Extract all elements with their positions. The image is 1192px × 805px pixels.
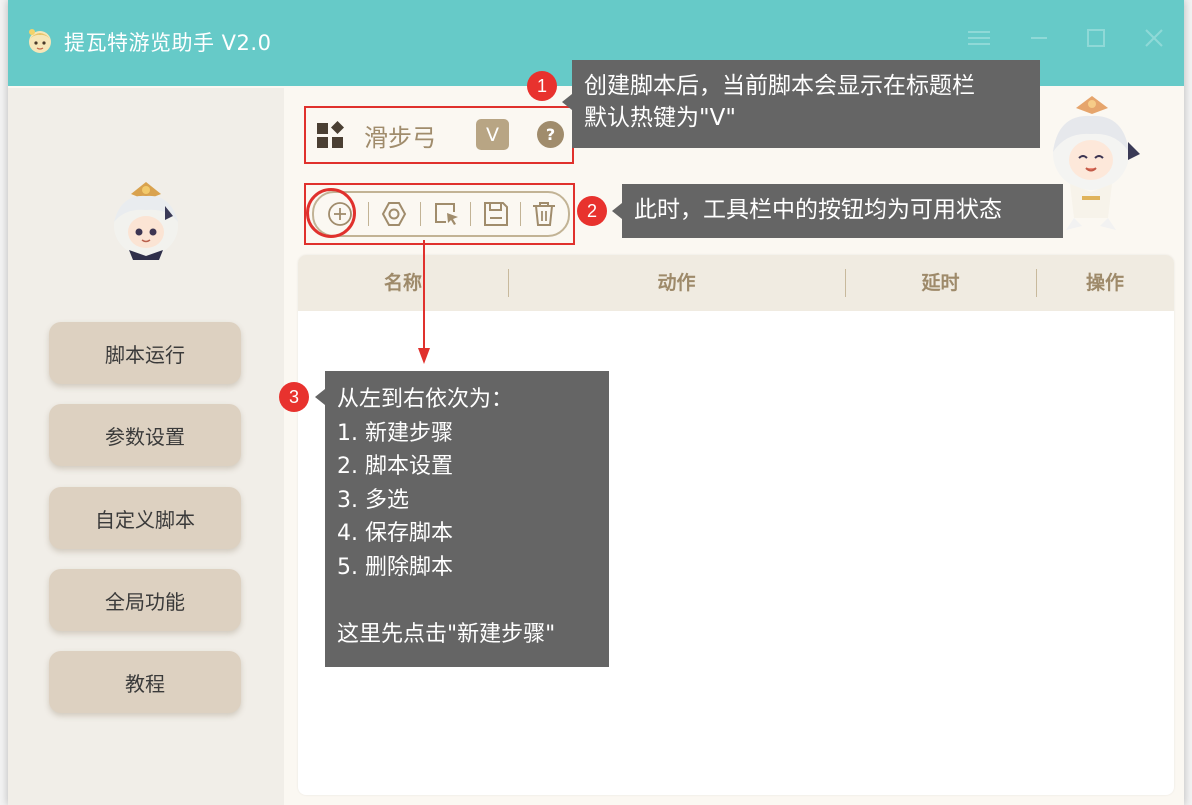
callout-text: 默认热键为"V" [584,105,736,131]
callout-pointer [612,203,622,219]
menu-icon [968,31,990,45]
callout-text: 1. 新建步骤 [337,420,453,446]
column-header-name[interactable]: 名称 [298,255,508,311]
callout-text: 4. 保存脚本 [337,521,453,546]
sidebar-item-custom-script[interactable]: 自定义脚本 [49,487,241,549]
column-header-operation[interactable]: 操作 [1036,255,1174,311]
sidebar-item-label: 教程 [125,671,165,696]
minimize-button[interactable] [1023,22,1055,54]
menu-button[interactable] [963,22,995,54]
highlight-script-title [304,106,574,164]
callout-text: 此时，工具栏中的按钮均为可用状态 [634,197,1002,223]
minimize-icon [1031,37,1047,39]
column-header-delay[interactable]: 延时 [845,255,1036,311]
sidebar-item-global-functions[interactable]: 全局功能 [49,569,241,631]
callout-text: 2. 脚本设置 [337,454,453,479]
callout-text: 从左到右依次为： [337,387,514,412]
step-badge-1: 1 [527,71,557,101]
sidebar-item-label: 参数设置 [105,424,185,449]
step-badge-3: 3 [279,382,309,412]
step-badge-2: 2 [577,196,607,226]
column-header-action[interactable]: 动作 [508,255,845,311]
sidebar-item-tutorial[interactable]: 教程 [49,651,241,713]
sidebar-item-label: 全局功能 [105,589,185,614]
callout-text: 3. 多选 [337,487,409,513]
maximize-icon [1087,29,1105,47]
window-title: 提瓦特游览助手 V2.0 [64,31,272,55]
callout-text: 5. 删除脚本 [337,554,453,580]
callout-step-2: 此时，工具栏中的按钮均为可用状态 [622,184,1063,238]
callout-step-3: 从左到右依次为： 1. 新建步骤 2. 脚本设置 3. 多选 4. 保存脚本 5… [325,371,609,667]
sidebar-item-script-run[interactable]: 脚本运行 [49,322,241,384]
callout-text: 创建脚本后，当前脚本会显示在标题栏 [584,73,975,99]
sidebar-item-label: 脚本运行 [105,342,185,367]
sidebar-item-label: 自定义脚本 [95,507,195,532]
callout-step-1: 创建脚本后，当前脚本会显示在标题栏 默认热键为"V" [572,60,1040,148]
paimon-avatar-icon [114,182,178,260]
close-button[interactable] [1138,22,1170,54]
close-icon [1145,29,1163,47]
sidebar: 脚本运行 参数设置 自定义脚本 全局功能 教程 [8,88,284,805]
highlight-add-step-circle [306,188,356,238]
maximize-button[interactable] [1080,22,1112,54]
app-logo-icon [29,29,51,53]
callout-text: 这里先点击"新建步骤" [337,621,556,647]
app-window: 提瓦特游览助手 V2.0 脚本运行 参数设置 自定义脚本 全局功能 教程 滑步弓… [8,0,1184,805]
callout-pointer [562,94,572,110]
annotation-arrow [418,240,430,364]
sidebar-item-parameter-settings[interactable]: 参数设置 [49,404,241,466]
callout-text: ​ [337,584,597,618]
callout-pointer [315,389,325,405]
